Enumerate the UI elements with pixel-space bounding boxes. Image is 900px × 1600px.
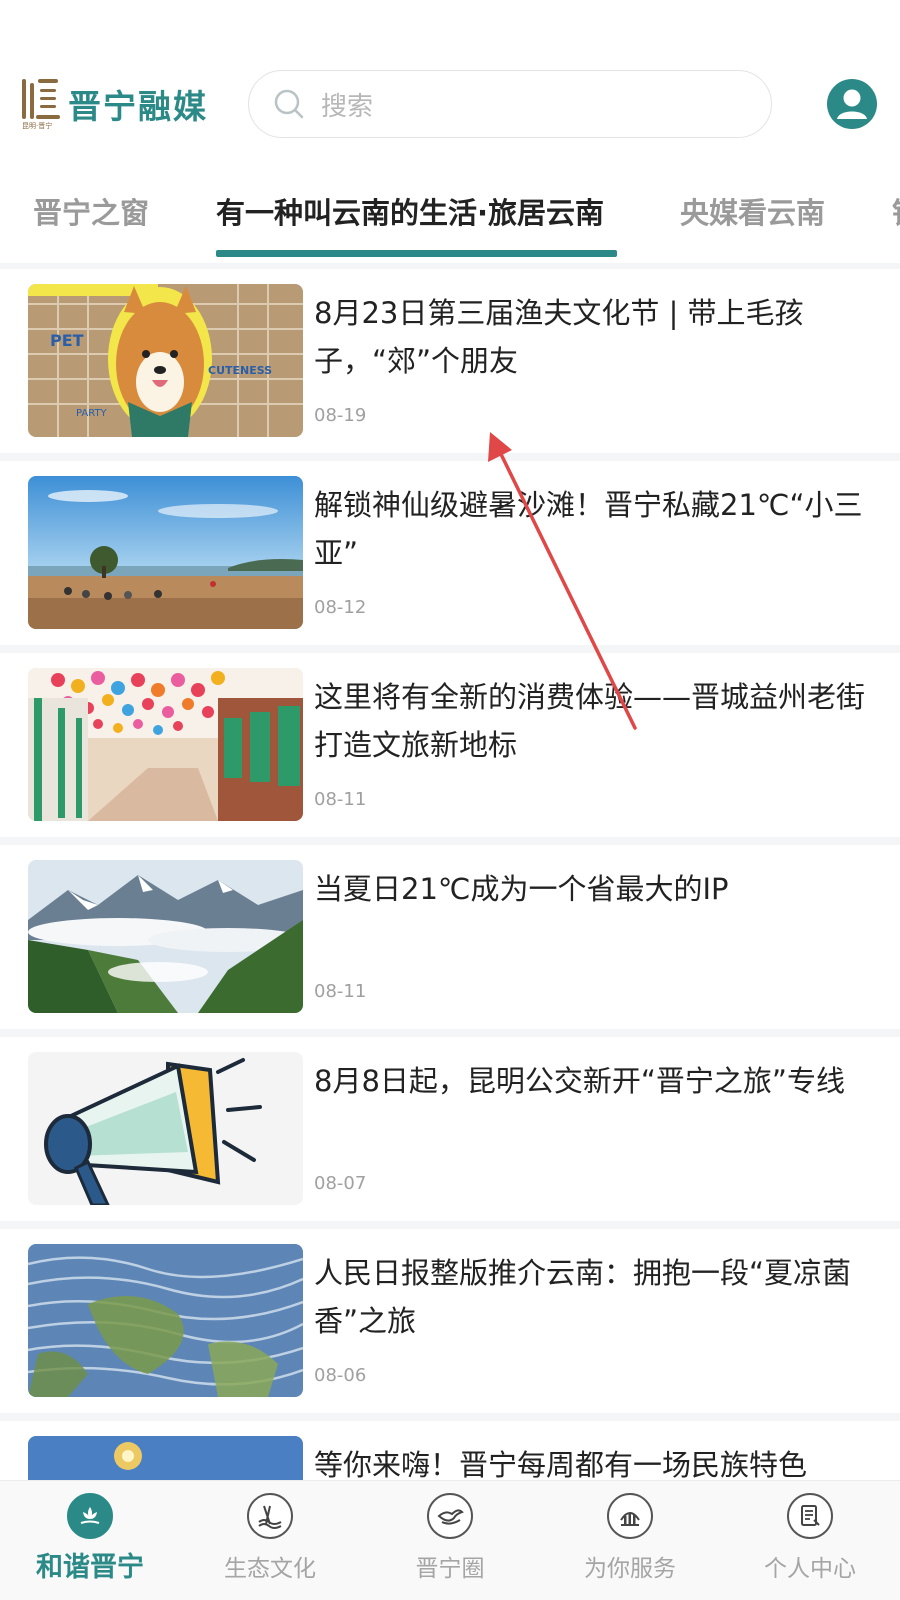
list-divider xyxy=(0,1413,900,1421)
nav-label: 晋宁圈 xyxy=(415,1556,485,1582)
logo-subtext: 昆明·晋宁 xyxy=(22,122,53,130)
news-item[interactable]: 人民日报整版推介云南：拥抱一段“夏凉菌香”之旅 08-06 xyxy=(0,1229,900,1417)
news-date: 08-07 xyxy=(314,1173,367,1194)
nav-label: 生态文化 xyxy=(224,1556,316,1582)
svg-text:CUTENESS: CUTENESS xyxy=(208,364,272,377)
user-avatar-icon[interactable] xyxy=(826,78,878,130)
lotus-icon xyxy=(67,1493,113,1539)
app-header: 昆明·晋宁 晋宁融媒 搜索 xyxy=(0,0,900,165)
tab-yunnan-living[interactable]: 有一种叫云南的生活·旅居云南 xyxy=(216,190,604,232)
list-divider xyxy=(0,1029,900,1037)
news-title: 解锁神仙级避暑沙滩！晋宁私藏21℃“小三亚” xyxy=(314,488,863,570)
news-title: 8月8日起，昆明公交新开“晋宁之旅”专线 xyxy=(314,1064,845,1098)
nav-item-circle[interactable]: 晋宁圈 xyxy=(360,1493,540,1583)
svg-text:PET: PET xyxy=(50,331,84,350)
waves-icon xyxy=(247,1493,293,1539)
list-divider xyxy=(0,837,900,845)
bird-icon xyxy=(427,1493,473,1539)
news-title: 8月23日第三届渔夫文化节 | 带上毛孩子，“郊”个朋友 xyxy=(314,296,804,378)
nav-label: 个人中心 xyxy=(764,1556,856,1582)
bottom-navigation: 和谐晋宁 生态文化 晋宁圈 为你服务 个人中心 xyxy=(0,1480,900,1600)
news-title: 这里将有全新的消费体验——晋城益州老街打造文旅新地标 xyxy=(314,680,866,762)
list-divider xyxy=(0,453,900,461)
news-date: 08-11 xyxy=(314,981,367,1002)
news-thumbnail xyxy=(28,476,303,629)
nav-label: 和谐晋宁 xyxy=(36,1552,144,1583)
news-item[interactable]: PET CUTENESS PARTY 8月23日第三届渔夫文化节 | 带上毛孩子… xyxy=(0,269,900,457)
news-date: 08-11 xyxy=(314,789,367,810)
news-thumbnail xyxy=(28,860,303,1013)
document-icon xyxy=(787,1493,833,1539)
nav-item-profile[interactable]: 个人中心 xyxy=(720,1493,900,1583)
tab-central-media[interactable]: 央媒看云南 xyxy=(680,190,825,232)
nav-item-harmony[interactable]: 和谐晋宁 xyxy=(0,1493,180,1584)
news-item[interactable]: 当夏日21℃成为一个省最大的IP 08-11 xyxy=(0,845,900,1033)
news-item[interactable]: 8月8日起，昆明公交新开“晋宁之旅”专线 08-07 xyxy=(0,1037,900,1225)
search-placeholder: 搜索 xyxy=(321,91,374,122)
news-date: 08-19 xyxy=(314,405,367,426)
tab-jinning-window[interactable]: 晋宁之窗 xyxy=(33,190,149,232)
news-thumbnail xyxy=(28,1052,303,1205)
news-item[interactable]: 解锁神仙级避暑沙滩！晋宁私藏21℃“小三亚” 08-12 xyxy=(0,461,900,649)
active-tab-indicator xyxy=(216,250,617,257)
news-thumbnail: PET CUTENESS PARTY xyxy=(28,284,303,437)
news-item[interactable]: 这里将有全新的消费体验——晋城益州老街打造文旅新地标 08-11 xyxy=(0,653,900,841)
nav-label: 为你服务 xyxy=(584,1556,676,1582)
search-bar[interactable]: 搜索 xyxy=(248,70,772,138)
news-thumbnail xyxy=(28,668,303,821)
news-date: 08-06 xyxy=(314,1365,367,1386)
nav-item-services[interactable]: 为你服务 xyxy=(540,1493,720,1583)
list-divider xyxy=(0,645,900,653)
news-thumbnail xyxy=(28,1244,303,1397)
category-tabs: 晋宁之窗 有一种叫云南的生活·旅居云南 央媒看云南 银 xyxy=(0,170,900,260)
logo-mark-icon: 昆明·晋宁 xyxy=(22,79,60,130)
list-divider xyxy=(0,1221,900,1229)
news-title: 当夏日21℃成为一个省最大的IP xyxy=(314,872,729,906)
app-logo[interactable]: 昆明·晋宁 晋宁融媒 xyxy=(22,76,208,132)
logo-text: 晋宁融媒 xyxy=(68,87,208,126)
nav-item-ecology[interactable]: 生态文化 xyxy=(180,1493,360,1583)
search-icon xyxy=(273,88,305,120)
chart-icon xyxy=(607,1493,653,1539)
news-date: 08-12 xyxy=(314,597,367,618)
svg-text:PARTY: PARTY xyxy=(76,408,108,419)
tab-overflow[interactable]: 银 xyxy=(892,190,900,232)
news-title: 人民日报整版推介云南：拥抱一段“夏凉菌香”之旅 xyxy=(314,1256,852,1338)
